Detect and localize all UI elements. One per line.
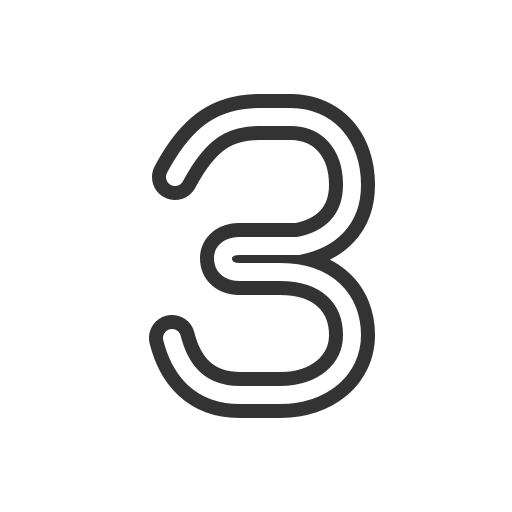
- number-three-icon: [149, 94, 375, 418]
- icon-canvas: [0, 0, 512, 512]
- glyph-outline: [149, 94, 375, 418]
